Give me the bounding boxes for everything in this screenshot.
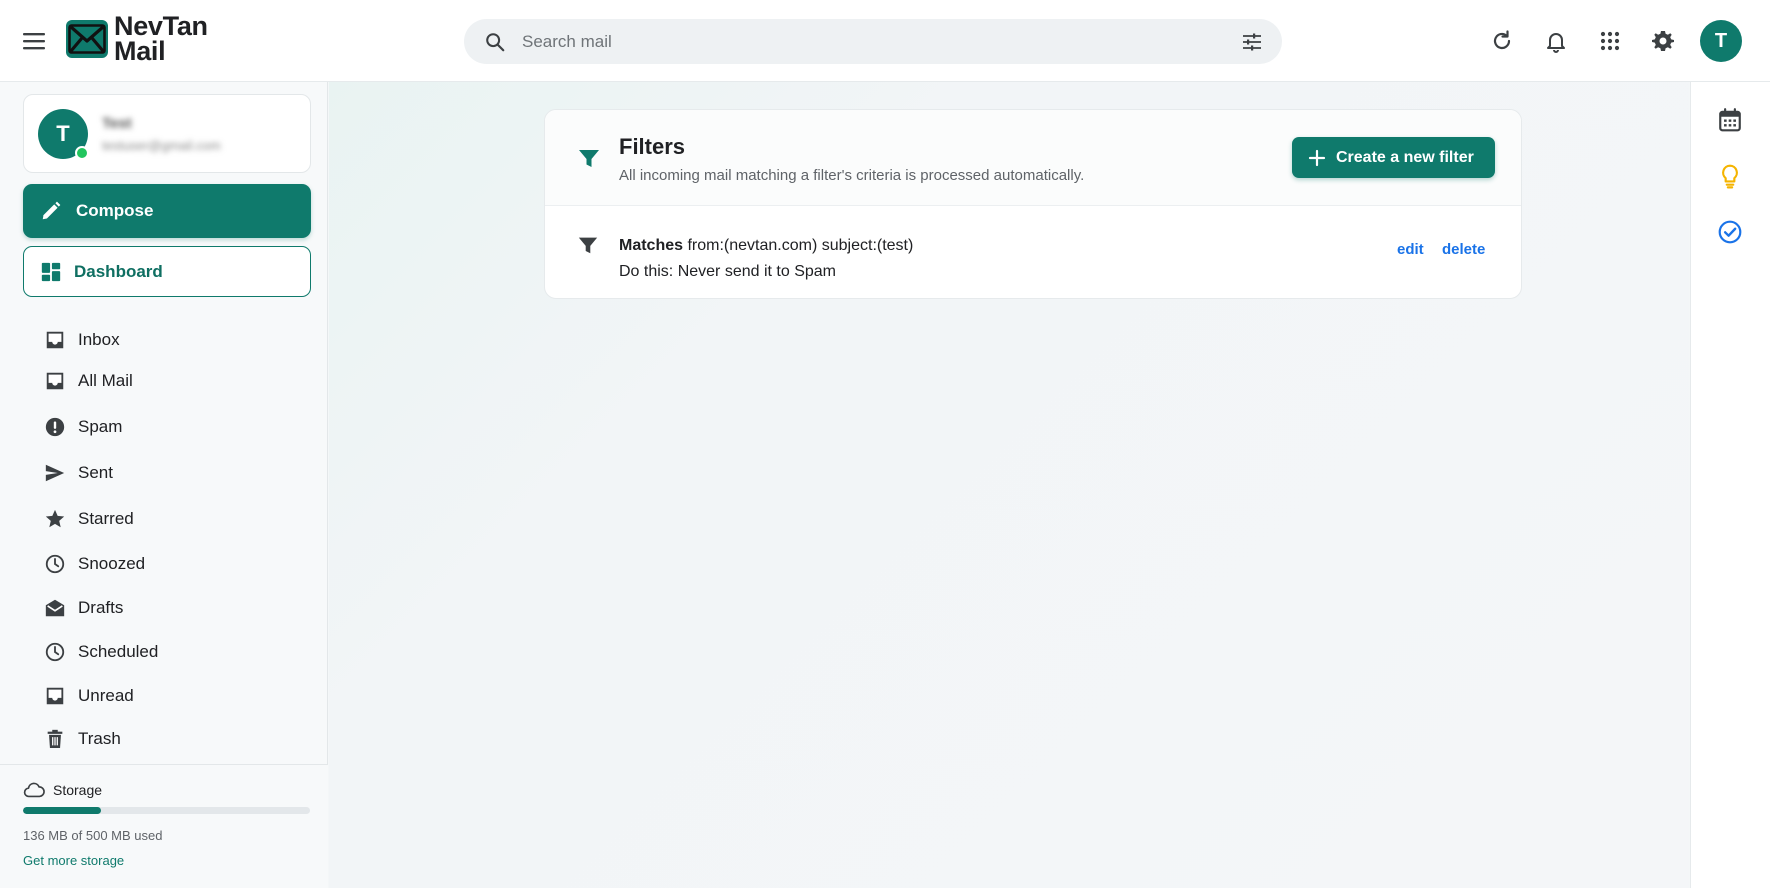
sidebar-item-label: Drafts (78, 598, 124, 617)
filter-matches-label: Matches (619, 237, 684, 254)
drafts-icon (45, 599, 65, 617)
mail-folder-list: Inbox All Mail Spam Sent Starred Snoozed… (23, 308, 311, 748)
clock-icon (45, 642, 65, 662)
right-side-panel (1690, 82, 1770, 888)
refresh-icon[interactable] (1490, 29, 1514, 53)
get-more-storage-link[interactable]: Get more storage (23, 853, 124, 868)
sidebar-item-inbox[interactable]: Inbox (23, 320, 311, 360)
profile-card[interactable]: T Test testuser@gmail.com (23, 94, 311, 173)
plus-icon (1308, 149, 1326, 166)
filter-delete-link[interactable]: delete (1442, 241, 1485, 258)
sidebar-item-unread[interactable]: Unread (23, 676, 311, 716)
sidebar-item-label: Scheduled (78, 642, 159, 661)
spam-icon (45, 417, 65, 437)
clock-icon (45, 554, 65, 574)
compose-label: Compose (76, 201, 154, 220)
sidebar-item-snoozed[interactable]: Snoozed (23, 544, 311, 584)
dashboard-label: Dashboard (74, 261, 163, 281)
search-bar (464, 19, 1282, 64)
inbox-icon (46, 372, 64, 390)
storage-panel: Storage 136 MB of 500 MB used Get more s… (0, 764, 328, 888)
tasks-check-icon[interactable] (1717, 219, 1743, 245)
sidebar-item-starred[interactable]: Starred (23, 499, 311, 539)
sidebar-item-label: Snoozed (78, 554, 146, 573)
sidebar-item-scheduled[interactable]: Scheduled (23, 632, 311, 672)
dashboard-button[interactable]: Dashboard (23, 246, 311, 297)
main-menu-button[interactable] (18, 27, 50, 55)
lightbulb-icon[interactable] (1717, 163, 1743, 189)
storage-progress-bar (23, 807, 310, 814)
online-status-dot (75, 146, 89, 160)
profile-name: Test (102, 115, 132, 132)
main-content: Filters All incoming mail matching a fil… (329, 82, 1689, 888)
pencil-icon (42, 201, 61, 220)
sidebar-item-trash[interactable]: Trash (23, 719, 311, 748)
sidebar-item-label: Unread (78, 686, 134, 705)
filters-card: Filters All incoming mail matching a fil… (544, 109, 1522, 299)
app-logo[interactable]: NevTan Mail (66, 13, 208, 66)
sidebar-item-label: Spam (78, 417, 123, 436)
star-icon (45, 509, 65, 528)
filter-funnel-icon (578, 237, 598, 254)
storage-header: Storage (23, 779, 102, 801)
profile-email: testuser@gmail.com (102, 138, 221, 153)
sidebar-item-all-mail[interactable]: All Mail (23, 361, 311, 401)
inbox-icon (46, 331, 64, 349)
filters-subtitle: All incoming mail matching a filter's cr… (619, 167, 1085, 184)
create-filter-label: Create a new filter (1336, 148, 1474, 166)
top-header: NevTan Mail T (0, 0, 1770, 82)
filter-criteria: Matches from:(nevtan.com) subject:(test) (619, 237, 913, 255)
search-icon[interactable] (484, 31, 506, 53)
sidebar-item-label: Inbox (78, 330, 120, 349)
sidebar-item-drafts[interactable]: Drafts (23, 588, 311, 628)
send-icon (45, 464, 65, 482)
filters-title: Filters (619, 134, 686, 159)
filter-criteria-text: from:(nevtan.com) subject:(test) (687, 237, 914, 254)
storage-progress-fill (23, 807, 102, 814)
sidebar-item-label: Sent (78, 463, 113, 482)
account-avatar[interactable]: T (1700, 20, 1742, 62)
notifications-bell-icon[interactable] (1544, 29, 1568, 53)
sidebar-item-label: Starred (78, 509, 134, 528)
settings-gear-icon[interactable] (1651, 29, 1675, 53)
calendar-icon[interactable] (1717, 107, 1743, 133)
inbox-icon (46, 687, 64, 705)
hamburger-menu-icon (23, 33, 45, 50)
left-sidebar: T Test testuser@gmail.com Compose Dashbo… (0, 82, 328, 888)
filters-header: Filters All incoming mail matching a fil… (545, 110, 1521, 206)
sidebar-item-label: All Mail (78, 371, 133, 390)
apps-grid-icon[interactable] (1598, 29, 1622, 53)
storage-title: Storage (53, 782, 103, 798)
envelope-logo-icon (66, 20, 108, 58)
logo-line-2: Mail (114, 36, 166, 66)
search-input[interactable] (522, 19, 1240, 64)
dashboard-grid-icon (41, 262, 61, 281)
filter-row: Matches from:(nevtan.com) subject:(test)… (545, 207, 1521, 298)
sidebar-item-label: Trash (78, 729, 121, 748)
filter-action-text: Do this: Never send it to Spam (619, 263, 836, 280)
create-filter-button[interactable]: Create a new filter (1292, 137, 1495, 178)
filter-edit-link[interactable]: edit (1397, 241, 1424, 258)
sidebar-item-sent[interactable]: Sent (23, 453, 311, 493)
compose-button[interactable]: Compose (23, 184, 311, 238)
trash-icon (47, 729, 63, 748)
filter-funnel-icon (579, 150, 599, 167)
search-options-icon[interactable] (1240, 30, 1264, 54)
app-logo-text: NevTan Mail (114, 13, 208, 66)
storage-used-text: 136 MB of 500 MB used (23, 828, 163, 843)
cloud-icon (23, 782, 45, 798)
sidebar-item-spam[interactable]: Spam (23, 407, 311, 447)
